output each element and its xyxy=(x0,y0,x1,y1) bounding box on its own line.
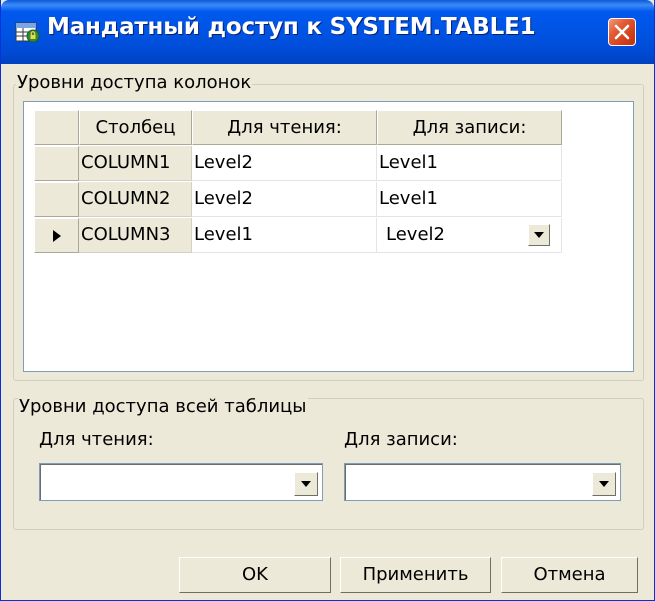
write-level-editor[interactable]: Level2 xyxy=(377,218,562,253)
apply-button[interactable]: Применить xyxy=(340,557,491,593)
read-level-cell[interactable]: Level2 xyxy=(192,146,377,181)
ok-button[interactable]: OK xyxy=(179,557,331,593)
write-level-cell[interactable]: Level1 xyxy=(377,146,562,181)
header-column[interactable]: Столбец xyxy=(79,110,192,145)
header-read[interactable]: Для чтения: xyxy=(192,110,377,145)
table-write-dropdown-button[interactable] xyxy=(592,472,616,496)
write-level-cell[interactable]: Level1 xyxy=(377,182,562,217)
dialog-window: Мандатный доступ к SYSTEM.TABLE1 Уровни … xyxy=(0,0,655,601)
header-write[interactable]: Для записи: xyxy=(377,110,562,145)
chevron-down-icon xyxy=(301,481,311,487)
table-levels-caption: Уровни доступа всей таблицы xyxy=(18,396,308,418)
row-indicator[interactable] xyxy=(34,218,79,253)
cancel-button[interactable]: Отмена xyxy=(501,557,638,593)
column-levels-caption: Уровни доступа колонок xyxy=(16,72,253,94)
close-button[interactable] xyxy=(608,18,636,46)
grid-corner-cell xyxy=(34,110,79,145)
read-level-cell[interactable]: Level1 xyxy=(192,218,377,253)
write-level-value: Level2 xyxy=(386,224,445,245)
table-write-select[interactable] xyxy=(344,463,621,501)
table-read-label: Для чтения: xyxy=(39,429,154,450)
table-write-label: Для записи: xyxy=(344,429,458,450)
title-bar[interactable]: Мандатный доступ к SYSTEM.TABLE1 xyxy=(1,0,654,64)
row-indicator[interactable] xyxy=(34,146,79,181)
write-level-dropdown-button[interactable] xyxy=(528,224,550,246)
table-read-dropdown-button[interactable] xyxy=(294,472,318,496)
window-title: Мандатный доступ к SYSTEM.TABLE1 xyxy=(47,14,536,40)
chevron-down-icon xyxy=(599,481,609,487)
column-levels-grid[interactable]: Столбец Для чтения: Для записи: COLUMN1 … xyxy=(23,101,634,372)
read-level-cell[interactable]: Level2 xyxy=(192,182,377,217)
column-name-cell: COLUMN1 xyxy=(79,146,192,181)
row-indicator[interactable] xyxy=(34,182,79,217)
column-name-cell: COLUMN3 xyxy=(79,218,192,253)
table-read-select[interactable] xyxy=(39,463,323,501)
table-security-icon xyxy=(15,19,41,45)
chevron-down-icon xyxy=(534,232,544,238)
close-icon xyxy=(614,24,630,40)
current-row-arrow-icon xyxy=(53,230,61,242)
column-name-cell: COLUMN2 xyxy=(79,182,192,217)
